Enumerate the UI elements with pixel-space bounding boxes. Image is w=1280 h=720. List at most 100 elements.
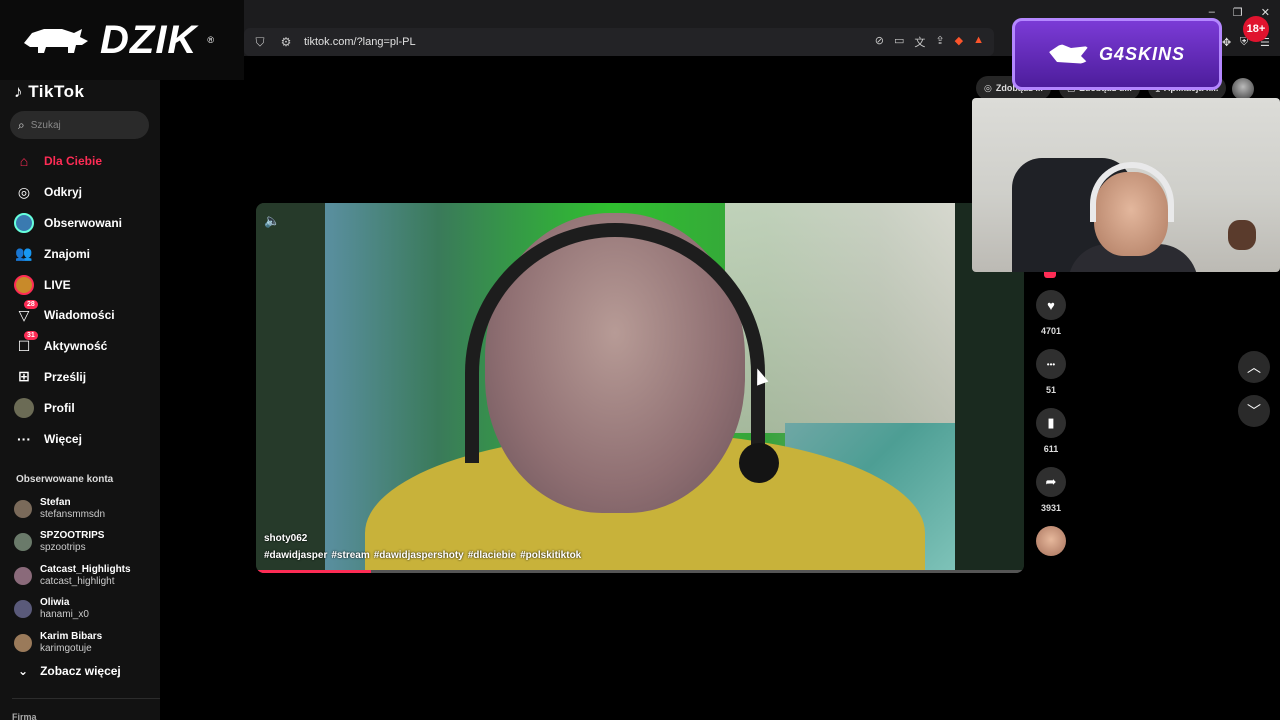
nav-item-activity[interactable]: ☐ 31 Aktywność <box>0 330 160 362</box>
nav-item-live[interactable]: LIVE <box>0 269 160 300</box>
search-box[interactable]: ⌕ <box>10 111 149 139</box>
age-rating-badge: 18+ <box>1243 16 1269 42</box>
hashtag[interactable]: #polskitiktok <box>520 550 581 561</box>
heart-icon: ♥ <box>1047 297 1055 313</box>
site-settings-icon[interactable]: ⚙ <box>278 35 294 49</box>
brave-rewards-icon[interactable]: ▲ <box>973 34 984 50</box>
avatar <box>14 533 32 552</box>
hashtag[interactable]: #stream <box>331 550 369 561</box>
video-progress-bar[interactable] <box>256 570 1024 573</box>
chevron-down-icon: ⌄ <box>18 664 29 678</box>
streamer-logo: DZIK ® <box>0 0 244 80</box>
account-name: SPZOOTRIPS <box>40 530 105 542</box>
nav-label: Profil <box>44 400 75 415</box>
chevron-down-icon: ﹀ <box>1247 403 1261 419</box>
translate-icon[interactable]: 文 <box>914 34 925 50</box>
followed-account[interactable]: Stefan stefansmmsdn <box>14 492 160 526</box>
like-button[interactable]: ♥ <box>1036 290 1066 320</box>
bookmark-page-icon[interactable]: ⛉ <box>252 35 268 50</box>
nav-item-messages[interactable]: ▽ 28 Wiadomości <box>0 299 160 331</box>
sound-avatar[interactable] <box>1036 526 1066 556</box>
tiktok-logo[interactable]: ♪ TikTok <box>14 82 84 102</box>
messages-badge: 28 <box>24 299 38 309</box>
video-hashtags: #dawidjasper #stream #dawidjaspershoty #… <box>264 550 581 561</box>
bookmark-button[interactable]: ▮ <box>1036 408 1066 438</box>
comment-icon: ••• <box>1046 359 1056 369</box>
hashtag[interactable]: #dawidjasper <box>264 550 327 561</box>
nav-label: Znajomi <box>44 246 91 261</box>
url-text[interactable]: tiktok.com/?lang=pl-PL <box>304 36 865 48</box>
tracking-icon[interactable]: ⊘ <box>875 34 884 50</box>
address-bar[interactable]: ⛉ ⚙ tiktok.com/?lang=pl-PL ⊘ ▭ 文 ⇪ ◆ ▲ <box>244 28 994 56</box>
like-count: 4701 <box>1040 326 1062 336</box>
see-more-label: Zobacz więcej <box>40 664 121 678</box>
live-icon <box>14 274 34 295</box>
main-nav: ⌂ Dla Ciebie ◎ Odkryj Obserwowani 👥 Znaj… <box>0 146 160 454</box>
extensions-icon[interactable]: ✥ <box>1222 36 1231 49</box>
share-icon: ➦ <box>1045 474 1057 489</box>
avatar <box>14 566 32 585</box>
comment-count: 51 <box>1045 385 1056 395</box>
nav-item-explore[interactable]: ◎ Odkryj <box>0 177 160 208</box>
account-name: Karim Bibars <box>40 630 103 642</box>
sidebar: ♪ TikTok ⌕ ⌂ Dla Ciebie ◎ Odkryj Obserwo… <box>0 80 160 720</box>
search-icon: ⌕ <box>18 117 25 132</box>
share-button[interactable]: ➦ <box>1036 467 1066 497</box>
following-avatar-icon <box>14 212 34 233</box>
avatar <box>14 633 32 652</box>
video-author[interactable]: shoty062 <box>264 533 307 544</box>
search-input[interactable] <box>30 119 131 131</box>
footer-section-company[interactable]: Firma <box>12 712 37 720</box>
nav-label: Aktywność <box>44 339 108 354</box>
video-progress-fill <box>256 570 372 573</box>
nav-label: Dla Ciebie <box>44 154 103 169</box>
cast-icon[interactable]: ▭ <box>894 34 904 50</box>
brave-shield-icon[interactable]: ◆ <box>955 34 963 50</box>
nav-label: LIVE <box>44 277 71 292</box>
avatar <box>14 499 32 518</box>
nav-label: Odkryj <box>44 185 83 200</box>
video-microphone <box>739 443 779 483</box>
volume-icon[interactable]: 🔈 <box>264 213 280 229</box>
nav-label: Więcej <box>44 431 82 446</box>
video-frame <box>325 203 955 573</box>
nav-item-following[interactable]: Obserwowani <box>0 208 160 239</box>
share-count: 3931 <box>1040 503 1062 513</box>
nav-item-for-you[interactable]: ⌂ Dla Ciebie <box>0 146 160 177</box>
nav-item-profile[interactable]: Profil <box>0 392 160 423</box>
hashtag[interactable]: #dawidjaspershoty <box>374 550 464 561</box>
account-handle: stefansmmsdn <box>40 508 106 520</box>
followed-accounts-title: Obserwowane konta <box>16 474 114 485</box>
video-actions: ♥ 4701 ••• 51 ▮ 611 ➦ 3931 <box>1034 290 1068 556</box>
comment-button[interactable]: ••• <box>1036 349 1066 379</box>
video-blur-left <box>256 203 326 573</box>
hashtag[interactable]: #dlaciebie <box>468 550 516 561</box>
bookmark-icon: ▮ <box>1047 415 1055 430</box>
next-video-button[interactable]: ﹀ <box>1238 395 1270 427</box>
maximize-icon[interactable]: ❐ <box>1233 6 1243 19</box>
followed-account[interactable]: SPZOOTRIPS spzootrips <box>14 526 160 560</box>
nav-item-upload[interactable]: ⊞ Prześlij <box>0 362 160 393</box>
share-page-icon[interactable]: ⇪ <box>935 34 944 50</box>
user-avatar[interactable] <box>1232 78 1254 100</box>
see-more-button[interactable]: ⌄ Zobacz więcej <box>18 664 121 678</box>
more-icon: ··· <box>17 430 31 447</box>
boar-icon <box>24 29 88 53</box>
video-player[interactable]: 🔈 shoty062 #dawidjasper #stream #dawidja… <box>256 203 1024 573</box>
webcam-plush-toy <box>1228 220 1256 250</box>
bookmark-count: 611 <box>1043 444 1059 454</box>
coin-icon: ◎ <box>984 82 992 93</box>
nav-label: Obserwowani <box>44 215 123 230</box>
followed-account[interactable]: Catcast_Highlights catcast_highlight <box>14 559 160 593</box>
account-name: Stefan <box>40 496 71 508</box>
followed-account[interactable]: Karim Bibars karimgotuje <box>14 626 160 660</box>
sponsor-logo-text: G4SKINS <box>1098 43 1186 64</box>
nav-item-friends[interactable]: 👥 Znajomi <box>0 238 160 269</box>
account-handle: catcast_highlight <box>40 575 115 587</box>
followed-account[interactable]: Oliwia hanami_x0 <box>14 593 160 627</box>
profile-avatar-icon <box>14 397 34 418</box>
divider <box>12 698 160 699</box>
previous-video-button[interactable]: ︿ <box>1238 351 1270 383</box>
tiktok-logo-text: TikTok <box>28 82 85 101</box>
nav-item-more[interactable]: ··· Więcej <box>0 423 160 454</box>
